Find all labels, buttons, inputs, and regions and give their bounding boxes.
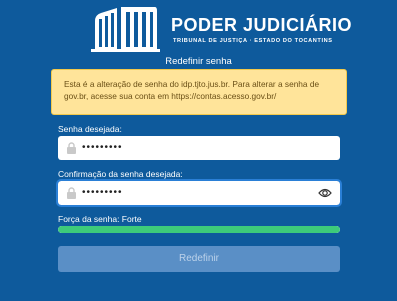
courthouse-columns-icon	[91, 7, 160, 52]
lock-icon	[67, 187, 76, 199]
reset-password-page: PODER JUDICIÁRIO TRIBUNAL DE JUSTIÇA · E…	[0, 0, 397, 301]
password-strength-bar	[58, 226, 340, 233]
confirm-password-value: •••••••••	[82, 187, 123, 198]
password-strength-label: Força da senha: Forte	[58, 214, 142, 224]
password-label: Senha desejada:	[58, 124, 122, 134]
reset-password-button[interactable]: Redefinir	[58, 246, 340, 272]
password-input[interactable]: •••••••••	[58, 136, 340, 160]
password-strength-fill	[58, 226, 340, 233]
brand-subtitle: TRIBUNAL DE JUSTIÇA · ESTADO DO TOCANTIN…	[173, 38, 333, 44]
notice-text: Esta é a alteração de senha do idp.tjto.…	[64, 79, 320, 101]
password-value: •••••••••	[82, 142, 123, 153]
brand-title: PODER JUDICIÁRIO	[171, 15, 353, 35]
eye-icon[interactable]	[318, 187, 332, 199]
info-notice: Esta é a alteração de senha do idp.tjto.…	[51, 69, 347, 115]
lock-icon	[67, 142, 76, 154]
confirm-password-label: Confirmação da senha desejada:	[58, 169, 183, 179]
page-title: Redefinir senha	[165, 56, 232, 67]
header: PODER JUDICIÁRIO TRIBUNAL DE JUSTIÇA · E…	[0, 0, 397, 60]
confirm-password-input[interactable]: •••••••••	[56, 179, 342, 207]
